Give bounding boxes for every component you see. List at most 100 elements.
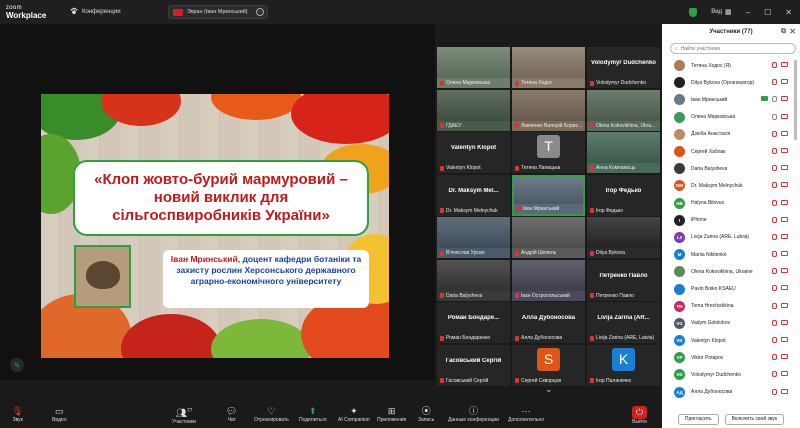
video-tile[interactable]: S Сергей Скворцов (512, 344, 585, 386)
meeting-menu[interactable]: Конференции (70, 7, 121, 17)
leave-button[interactable]: ⏻ Выйти (632, 406, 648, 425)
participant-name: Іван Мринський (691, 96, 728, 103)
tile-display-name: Livija Zarina (AR... (597, 315, 650, 321)
participant-row[interactable]: Олена Марковська (662, 109, 800, 126)
tile-display-name: Роман Бондаре... (447, 315, 500, 321)
unmute-myself-button[interactable]: Включить свой звук (724, 413, 785, 425)
search-input[interactable] (680, 45, 781, 52)
participant-row[interactable]: TH Toma Hrechishkina (662, 298, 800, 315)
video-tile[interactable]: Ігор Федько Ігор Федько (587, 174, 660, 216)
screen-share-indicator[interactable]: Экран (Іван Мринський) ⋯ (168, 5, 268, 19)
annotate-icon[interactable]: ✎ (10, 358, 24, 372)
participant-row[interactable]: IiPhone (662, 212, 800, 229)
share-arrow-icon: ⬆ (309, 406, 317, 416)
participant-row[interactable]: АД Алла Дубоносова (662, 384, 800, 401)
video-tile[interactable]: В'ячеслав Урсал (437, 217, 510, 258)
participant-row[interactable]: Daria Balysheva (662, 160, 800, 177)
participant-name: Daria Balysheva (691, 165, 728, 172)
video-tile[interactable]: K Ігор Паланичко (587, 344, 660, 386)
video-off-icon (781, 251, 788, 257)
share-screen-button[interactable]: ⬆ Поделиться (299, 406, 327, 423)
tile-name-label: Livija Zarina (ARE, Latvia) (590, 335, 654, 341)
video-tile[interactable]: Петренко Павло Петренко Павло (587, 259, 660, 301)
video-tile[interactable]: Олена Марковська (437, 47, 510, 88)
view-menu[interactable]: Вид ▦ (711, 8, 731, 16)
video-tile[interactable]: Dr. Maksym Mel... Dr. Maksym Melnychuk (437, 174, 510, 216)
participant-row[interactable]: Сергей Хаблак (662, 143, 800, 160)
more-button[interactable]: ⋯ Дополнительно (508, 406, 544, 423)
avatar: I (674, 214, 685, 226)
video-tile[interactable]: Андрій Шепель (512, 217, 585, 258)
chevron-down-icon[interactable]: ⌄ (545, 384, 553, 395)
participant-row[interactable]: VD Volodymyr Dudchenko (662, 366, 800, 383)
video-tile[interactable]: Алла Дубоносова Алла Дубоносова (512, 302, 585, 343)
participant-name: Алла Дубоносова (691, 389, 733, 396)
share-label-btn: Поделиться (299, 417, 327, 423)
video-feed (437, 259, 510, 291)
muted-mic-icon (772, 302, 777, 309)
video-off-icon (781, 199, 788, 205)
participant-row[interactable]: VP Viktor Potapov (662, 349, 800, 366)
audio-button[interactable]: 🎙︎ Звук (12, 406, 23, 423)
invite-button[interactable]: Пригласить (677, 413, 719, 425)
participant-name: Valentyn Klopot (691, 337, 726, 344)
participant-row[interactable]: Тетяна Ходос (Я) (662, 57, 800, 74)
video-tile[interactable]: Анна Компанієць (587, 132, 660, 173)
apps-button[interactable]: ⊞ Приложения (377, 406, 406, 423)
video-tile[interactable]: Іван Мринський (512, 174, 585, 216)
close-window-icon[interactable]: ✕ (785, 8, 792, 17)
video-tile[interactable]: Гасовський Сергій Гасовський Сергій (437, 344, 510, 386)
video-tile[interactable]: Daria Balysheva (437, 259, 510, 301)
participant-row[interactable]: VK Valentyn Klopot (662, 332, 800, 349)
scrollbar[interactable] (794, 60, 797, 140)
video-tile[interactable]: Livija Zarina (AR... Livija Zarina (ARE, … (587, 302, 660, 343)
muted-mic-icon (772, 354, 777, 361)
more-options-icon[interactable]: ⋯ (256, 8, 264, 16)
chat-button[interactable]: 💬︎ Чат (226, 406, 237, 423)
record-button[interactable]: ⦿ Запись (418, 406, 434, 423)
video-tile[interactable]: Olena Kokovikhina, Ukra... (587, 89, 660, 131)
minimize-icon[interactable]: – (746, 8, 750, 17)
muted-mic-icon (772, 130, 777, 137)
participant-row[interactable]: LZ Livija Zarina (ARE, Latvia) (662, 229, 800, 246)
participant-row[interactable]: VG Vadym Gololobov (662, 315, 800, 332)
tile-name: Livija Zarina (ARE, Latvia) (596, 335, 655, 341)
maximize-icon[interactable]: ☐ (764, 8, 771, 17)
participant-row[interactable]: Іван Мринський (662, 91, 800, 108)
tile-name-label: Гасовський Сергій (440, 378, 488, 384)
participant-status-icons (772, 268, 788, 275)
participant-row[interactable]: Dilya Bykova (Организатор) (662, 74, 800, 91)
popout-icon[interactable]: ⧉ (781, 28, 786, 36)
video-tile[interactable]: Dilya Bykova (587, 217, 660, 258)
muted-mic-icon (590, 293, 594, 298)
participant-row[interactable]: HB Halyna Bilovus (662, 195, 800, 212)
meeting-info-button[interactable]: ⓘ Данные конференции (448, 406, 499, 423)
participants-button[interactable]: 👥︎77 Участники (172, 406, 196, 425)
tile-name: Левченко Валерій Борис... (521, 122, 583, 129)
security-shield-icon[interactable] (689, 7, 698, 17)
video-tile[interactable]: Valentyn Klopot Valentyn Klopot (437, 132, 510, 173)
title-bar-controls: Вид ▦ – ☐ ✕ (689, 0, 800, 24)
video-tile[interactable]: T Тетяна Лапицька (512, 132, 585, 173)
participant-row[interactable]: M Mariia Nikitenko (662, 246, 800, 263)
ai-companion-button[interactable]: ✦ AI Companion (338, 406, 370, 423)
participant-row[interactable]: Дзюба Анастасія (662, 126, 800, 143)
video-tile[interactable]: Роман Бондаре... Роман Бондаренко (437, 302, 510, 343)
video-tile[interactable]: Іван Остропольський (512, 259, 585, 301)
tile-name-label: Volodymyr Dudchenko (590, 80, 646, 86)
video-off-icon (781, 79, 788, 85)
participant-row[interactable]: DM Dr. Maksym Melnychuk (662, 177, 800, 194)
avatar (674, 60, 685, 72)
video-tile[interactable]: Левченко Валерій Борис... (512, 89, 585, 131)
react-label: Отреагировать (254, 417, 289, 423)
avatar: LZ (674, 231, 685, 243)
participant-row[interactable]: Olena Kokovikhina, Ukraine (662, 263, 800, 280)
video-button[interactable]: ▭ Видео (52, 406, 67, 423)
video-tile[interactable]: Тетяна Ходос (512, 47, 585, 88)
video-tile[interactable]: ГДАЕУ (437, 89, 510, 131)
react-button[interactable]: ♡ Отреагировать (254, 406, 289, 423)
participant-search[interactable]: ⌕ (670, 43, 796, 54)
video-tile[interactable]: Volodymyr Dudchenko Volodymyr Dudchenko (587, 47, 660, 88)
participant-row[interactable]: Pavlo Boiko KSAEU (662, 280, 800, 297)
close-panel-icon[interactable]: ✕ (789, 27, 796, 36)
